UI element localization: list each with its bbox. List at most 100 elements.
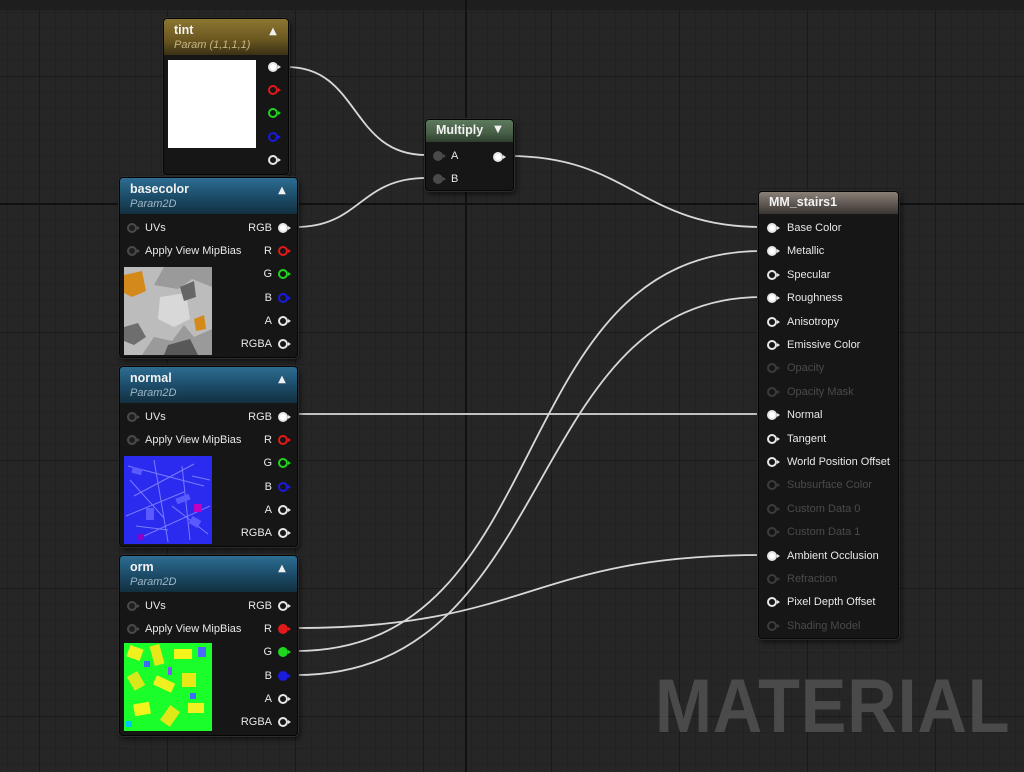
material-input-refraction[interactable]: Refraction (767, 571, 895, 587)
tint-node[interactable]: tint Param (1,1,1,1) ▲ (163, 18, 289, 175)
material-input-roughness[interactable]: Roughness (767, 290, 895, 306)
pin-output-icon[interactable] (278, 246, 291, 256)
material-output-node[interactable]: MM_stairs1 Base Color Metallic Specular Rou… (758, 191, 899, 639)
normal-output-rgb[interactable]: RGB (238, 409, 292, 425)
pin-output-icon[interactable] (278, 528, 291, 538)
basecolor-output-rgb[interactable]: RGB (238, 220, 292, 236)
basecolor-output-a[interactable]: A (238, 313, 292, 329)
normal-output-rgba[interactable]: RGBA (238, 525, 292, 541)
pin-output-icon[interactable] (278, 223, 291, 233)
material-input-ambient-occlusion[interactable]: Ambient Occlusion (767, 548, 895, 564)
basecolor-output-b[interactable]: B (238, 290, 292, 306)
chevron-up-icon[interactable]: ▲ (275, 184, 289, 198)
material-input-custom-data-1[interactable]: Custom Data 1 (767, 524, 895, 540)
pin-input-icon[interactable] (767, 269, 780, 280)
chevron-up-icon[interactable]: ▲ (275, 562, 289, 576)
pin-output-icon[interactable] (278, 458, 291, 468)
pin-input-icon[interactable] (127, 624, 140, 634)
basecolor-node[interactable]: basecolor Param2D ▲ UVs Apply View MipBi… (119, 177, 298, 358)
material-input-normal[interactable]: Normal (767, 407, 895, 423)
material-input-metallic[interactable]: Metallic (767, 243, 895, 259)
material-input-opacity-mask[interactable]: Opacity Mask (767, 384, 895, 400)
normal-input-mipbias[interactable]: Apply View MipBias (127, 432, 247, 448)
pin-input-icon[interactable] (767, 246, 780, 257)
material-node-header[interactable]: MM_stairs1 (759, 192, 898, 214)
pin-output-icon[interactable] (278, 316, 291, 326)
pin-output-icon[interactable] (278, 269, 291, 279)
normal-output-r[interactable]: R (238, 432, 292, 448)
orm-output-b[interactable]: B (238, 668, 292, 684)
pin-output-icon[interactable] (278, 505, 291, 515)
wire-tint-to-multiply-a[interactable] (286, 66, 427, 156)
pin-input-icon[interactable] (767, 503, 780, 514)
normal-input-uvs[interactable]: UVs (127, 409, 217, 425)
material-input-emissive-color[interactable]: Emissive Color (767, 337, 895, 353)
pin-output-icon[interactable] (278, 694, 291, 704)
pin-output-icon[interactable] (278, 339, 291, 349)
pin-output-icon[interactable] (268, 85, 281, 95)
pin-input-icon[interactable] (767, 550, 780, 561)
basecolor-input-uvs[interactable]: UVs (127, 220, 217, 236)
material-input-opacity[interactable]: Opacity (767, 360, 895, 376)
chevron-down-icon[interactable]: ▼ (491, 123, 505, 137)
tint-node-header[interactable]: tint Param (1,1,1,1) ▲ (164, 19, 288, 55)
pin-output-icon[interactable] (493, 152, 506, 162)
pin-input-icon[interactable] (767, 410, 780, 421)
pin-output-icon[interactable] (268, 62, 281, 72)
multiply-input-a[interactable]: A (433, 148, 473, 164)
wire-orm-b-to-roughness[interactable] (295, 296, 763, 676)
pin-output-icon[interactable] (278, 717, 291, 727)
pin-input-icon[interactable] (433, 174, 446, 184)
normal-node[interactable]: normal Param2D ▲ UVs Apply View MipBias (119, 366, 298, 547)
basecolor-output-g[interactable]: G (238, 266, 292, 282)
orm-output-rgba[interactable]: RGBA (238, 714, 292, 730)
pin-input-icon[interactable] (127, 246, 140, 256)
tint-output-rgb[interactable] (268, 59, 286, 75)
pin-output-icon[interactable] (278, 435, 291, 445)
material-input-world-position-offset[interactable]: World Position Offset (767, 454, 895, 470)
orm-input-uvs[interactable]: UVs (127, 598, 217, 614)
basecolor-node-header[interactable]: basecolor Param2D ▲ (120, 178, 297, 214)
material-input-base-color[interactable]: Base Color (767, 220, 895, 236)
pin-output-icon[interactable] (278, 412, 291, 422)
pin-input-icon[interactable] (767, 480, 780, 491)
normal-output-b[interactable]: B (238, 479, 292, 495)
pin-input-icon[interactable] (767, 620, 780, 631)
material-input-pixel-depth-offset[interactable]: Pixel Depth Offset (767, 594, 895, 610)
pin-input-icon[interactable] (127, 435, 140, 445)
pin-output-icon[interactable] (268, 108, 281, 118)
tint-output-a[interactable] (268, 152, 286, 168)
basecolor-output-r[interactable]: R (238, 243, 292, 259)
pin-input-icon[interactable] (767, 293, 780, 304)
material-input-subsurface-color[interactable]: Subsurface Color (767, 477, 895, 493)
tint-output-b[interactable] (268, 129, 286, 145)
wire-multiply-to-basecolor[interactable] (508, 155, 763, 228)
tint-output-g[interactable] (268, 105, 286, 121)
pin-input-icon[interactable] (767, 223, 780, 233)
multiply-node-header[interactable]: Multiply ▼ (426, 120, 513, 142)
pin-input-icon[interactable] (127, 412, 140, 422)
pin-output-icon[interactable] (278, 293, 291, 303)
orm-input-mipbias[interactable]: Apply View MipBias (127, 621, 247, 637)
pin-output-icon[interactable] (268, 132, 281, 142)
orm-output-r[interactable]: R (238, 621, 292, 637)
pin-input-icon[interactable] (767, 386, 780, 397)
orm-node[interactable]: orm Param2D ▲ UVs Apply View MipBias RGB… (119, 555, 298, 736)
material-input-shading-model[interactable]: Shading Model (767, 618, 895, 634)
tint-output-r[interactable] (268, 82, 286, 98)
pin-output-icon[interactable] (278, 601, 291, 611)
chevron-up-icon[interactable]: ▲ (275, 373, 289, 387)
material-input-custom-data-0[interactable]: Custom Data 0 (767, 501, 895, 517)
chevron-up-icon[interactable]: ▲ (266, 25, 280, 39)
basecolor-input-mipbias[interactable]: Apply View MipBias (127, 243, 247, 259)
pin-input-icon[interactable] (767, 433, 780, 444)
orm-output-g[interactable]: G (238, 644, 292, 660)
pin-input-icon[interactable] (767, 363, 780, 374)
pin-input-icon[interactable] (767, 457, 780, 467)
pin-output-icon[interactable] (278, 671, 291, 681)
pin-input-icon[interactable] (127, 601, 140, 611)
material-input-specular[interactable]: Specular (767, 267, 895, 283)
pin-output-icon[interactable] (278, 647, 291, 657)
pin-input-icon[interactable] (767, 316, 780, 327)
wire-orm-r-to-ambient-occlusion[interactable] (295, 554, 763, 629)
